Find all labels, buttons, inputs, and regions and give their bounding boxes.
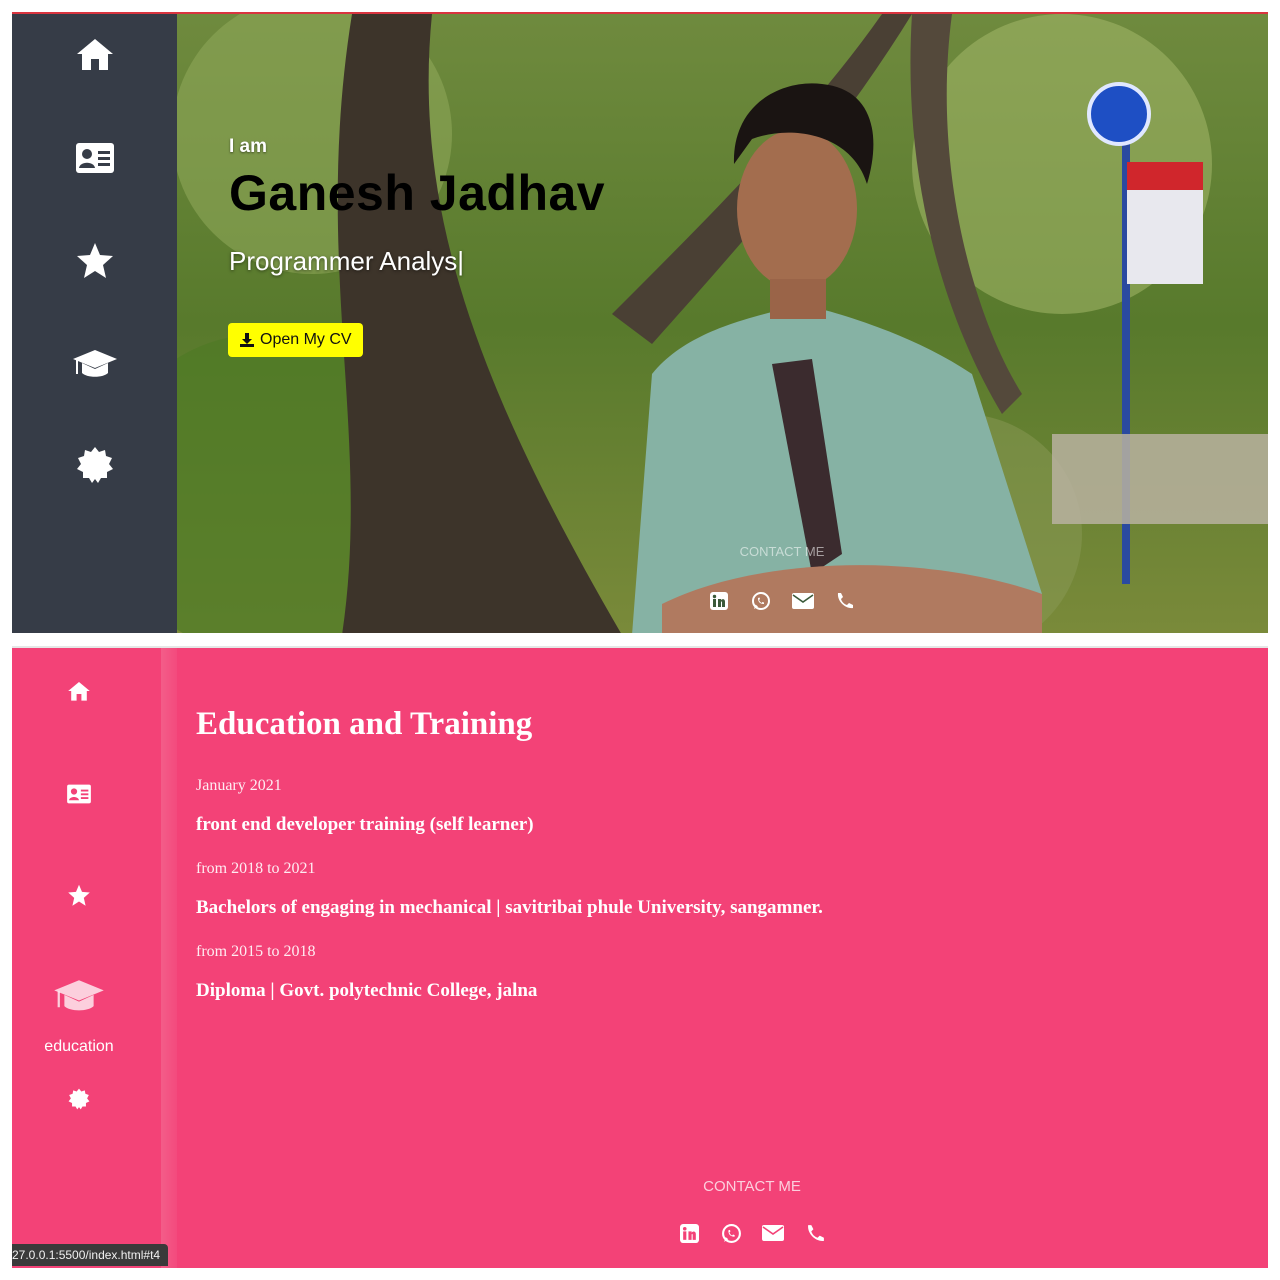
linkedin-icon <box>679 1223 699 1243</box>
phone-icon <box>807 1224 824 1241</box>
education-title: Education and Training <box>196 706 533 742</box>
envelope-icon <box>762 1225 784 1241</box>
whatsapp-icon <box>721 1223 741 1243</box>
intro-text: I am <box>229 136 268 157</box>
open-cv-button[interactable]: Open My CV <box>228 323 363 357</box>
badge-icon <box>76 447 113 483</box>
id-card-icon <box>75 143 114 173</box>
nav-skills[interactable] <box>12 884 146 907</box>
hero-role: Programmer Analys| <box>229 246 465 276</box>
nav-home[interactable] <box>12 36 177 72</box>
nav-home[interactable] <box>12 680 146 702</box>
sidebar-top <box>12 14 177 633</box>
linkedin-icon <box>710 592 728 610</box>
nav-certificates[interactable] <box>12 1088 146 1110</box>
sidebar-divider <box>161 648 177 1268</box>
education-content: Education and Training January 2021 fron… <box>196 706 823 1026</box>
phone-link[interactable] <box>833 589 857 613</box>
id-card-icon <box>67 784 91 804</box>
badge-icon <box>68 1088 90 1110</box>
hero-background-photo <box>12 14 1268 633</box>
contact-label: CONTACT ME <box>703 1178 801 1195</box>
sidebar-bottom: education <box>12 648 161 1268</box>
hero-section: I am Ganesh Jadhav Programmer Analys| Op… <box>12 12 1268 633</box>
social-links <box>672 1221 832 1245</box>
whatsapp-link[interactable] <box>719 1221 743 1245</box>
nav-education-active[interactable] <box>12 978 146 1014</box>
email-link[interactable] <box>761 1221 785 1245</box>
cv-button-label: Open My CV <box>260 331 352 348</box>
email-link[interactable] <box>791 589 815 613</box>
education-date: from 2015 to 2018 <box>196 943 316 960</box>
home-icon <box>76 39 113 70</box>
social-links <box>707 589 857 613</box>
nav-about[interactable] <box>12 784 146 804</box>
envelope-icon <box>792 593 814 609</box>
hero-intro: I am Ganesh Jadhav Programmer Analys| <box>229 136 605 277</box>
nav-education-label[interactable]: education <box>12 1038 146 1056</box>
education-date: from 2018 to 2021 <box>196 860 316 877</box>
phone-link[interactable] <box>803 1221 827 1245</box>
nav-education[interactable] <box>12 348 177 380</box>
nav-about[interactable] <box>12 142 177 174</box>
education-item: front end developer training (self learn… <box>196 814 534 835</box>
linkedin-link[interactable] <box>707 589 731 613</box>
phone-icon <box>837 593 853 609</box>
education-item: Bachelors of engaging in mechanical | sa… <box>196 897 823 918</box>
graduation-cap-icon <box>72 350 117 377</box>
education-date: January 2021 <box>196 777 282 794</box>
browser-status-url: 27.0.0.1:5500/index.html#t4 <box>12 1244 169 1266</box>
whatsapp-link[interactable] <box>749 589 773 613</box>
home-icon <box>68 682 90 701</box>
nav-skills[interactable] <box>12 242 177 280</box>
education-section: education Education and Training January… <box>12 646 1268 1268</box>
contact-label: CONTACT ME <box>739 544 825 559</box>
star-icon <box>68 884 90 906</box>
linkedin-link[interactable] <box>677 1221 701 1245</box>
contact-section-top: CONTACT ME <box>707 544 857 613</box>
download-icon <box>240 333 254 347</box>
graduation-cap-icon <box>54 980 104 1011</box>
hero-name: Ganesh Jadhav <box>229 165 606 221</box>
star-icon <box>76 243 113 278</box>
nav-certificates[interactable] <box>12 446 177 484</box>
education-item: Diploma | Govt. polytechnic College, jal… <box>196 980 538 1001</box>
whatsapp-icon <box>752 592 770 610</box>
contact-section-bottom: CONTACT ME <box>672 1178 832 1245</box>
